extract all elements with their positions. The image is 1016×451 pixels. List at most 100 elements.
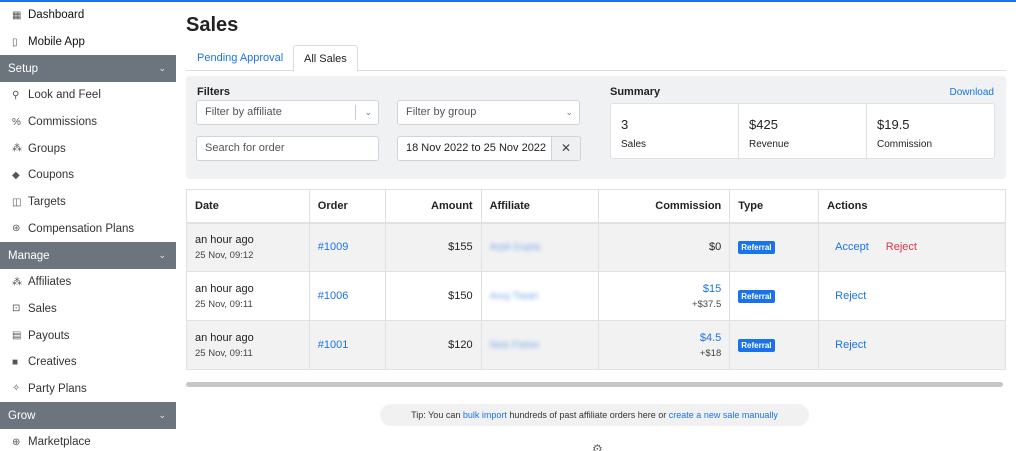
chevron-down-icon: ⌄ [364, 107, 372, 117]
sidebar-item-payouts[interactable]: ▤ Payouts [0, 322, 176, 349]
affiliate-cell: Arpit Gupta [480, 222, 600, 272]
order-search-input[interactable]: Search for order [196, 136, 379, 161]
header-date[interactable]: Date [186, 189, 310, 224]
order-link[interactable]: #1006 [318, 290, 349, 302]
percent-icon: % [12, 116, 21, 128]
compensation-icon: ⊛ [12, 223, 21, 235]
reject-button[interactable]: Reject [886, 241, 917, 253]
tab-pending-approval[interactable]: Pending Approval [187, 45, 293, 72]
accept-button[interactable]: Accept [835, 241, 869, 253]
summary-commission: $19.5 Commission [867, 104, 994, 158]
actions-cell: Accept Reject [818, 222, 1006, 272]
order-cell: #1009 [308, 222, 386, 272]
sidebar-item-compensation-plans[interactable]: ⊛ Compensation Plans [0, 216, 176, 243]
sidebar-item-groups[interactable]: ⁂ Groups [0, 135, 176, 162]
sidebar-group-manage[interactable]: Manage ⌄ [0, 242, 176, 269]
create-sale-link[interactable]: create a new sale manually [669, 410, 778, 420]
amount-cell: $120 [384, 320, 482, 370]
sidebar-item-targets[interactable]: ◫ Targets [0, 189, 176, 216]
gear-icon[interactable]: ⚙ [592, 442, 603, 451]
type-badge: Referral [738, 289, 775, 303]
sidebar-item-mobile-app[interactable]: ▯ Mobile App [0, 29, 176, 56]
commission-link[interactable]: $4.5 [607, 332, 721, 344]
clear-date-button[interactable]: ✕ [552, 136, 581, 161]
users-icon: ⁂ [12, 276, 22, 288]
summary-commission-value: $19.5 [877, 117, 910, 132]
header-affiliate[interactable]: Affiliate [480, 189, 600, 224]
page-title: Sales [186, 14, 239, 36]
chevron-down-icon: ⌄ [158, 63, 166, 74]
summary-revenue: $425 Revenue [739, 104, 867, 158]
actions-cell: Reject [818, 271, 1006, 321]
affiliate-link[interactable]: Anuj Tiwari [490, 291, 539, 302]
download-link[interactable]: Download [950, 87, 994, 98]
group-filter-select[interactable]: Filter by group ⌄ [397, 100, 580, 125]
paint-roller-icon: ⚲ [12, 89, 20, 101]
type-cell: Referral [729, 222, 820, 272]
header-commission[interactable]: Commission [598, 189, 731, 224]
header-amount[interactable]: Amount [384, 189, 482, 224]
sidebar-item-dashboard[interactable]: ▦ Dashboard [0, 2, 176, 29]
affiliate-link[interactable]: Nick Fisher [490, 340, 540, 351]
sidebar-item-creatives[interactable]: ■ Creatives [0, 349, 176, 376]
horizontal-scrollbar[interactable] [186, 382, 1003, 387]
summary-heading: Summary [610, 86, 661, 98]
sidebar-item-affiliates[interactable]: ⁂ Affiliates [0, 269, 176, 296]
filters-summary-panel: Filters Filter by affiliate ⌄ Filter by … [186, 76, 1006, 179]
sidebar-item-sales[interactable]: ⊡ Sales [0, 296, 176, 323]
affiliate-link[interactable]: Arpit Gupta [490, 242, 541, 253]
main-content: Sales Pending Approval All Sales Filters… [186, 2, 1006, 451]
commission-cell: $15 +$37.5 [598, 271, 731, 321]
date-range-input[interactable]: 18 Nov 2022 to 25 Nov 2022 [397, 136, 552, 161]
select-divider [355, 105, 356, 120]
bank-icon: ▤ [12, 330, 22, 342]
sidebar-item-coupons[interactable]: ◆ Coupons [0, 162, 176, 189]
sidebar-item-party-plans[interactable]: ✧ Party Plans [0, 376, 176, 403]
bulk-import-link[interactable]: bulk import [463, 410, 507, 420]
summary-sales: 3 Sales [611, 104, 739, 158]
summary-sales-label: Sales [621, 139, 647, 150]
affiliate-cell: Anuj Tiwari [480, 271, 600, 321]
table-row: an hour ago 25 Nov, 09:11 #1006 $150 Anuj… [186, 271, 1006, 321]
type-badge: Referral [738, 240, 775, 254]
header-type[interactable]: Type [729, 189, 820, 224]
summary-revenue-label: Revenue [749, 139, 790, 150]
commission-cell: $0 [598, 222, 731, 272]
dashboard-icon: ▦ [12, 9, 22, 21]
commission-link[interactable]: $15 [607, 283, 721, 295]
sidebar-item-look-and-feel[interactable]: ⚲ Look and Feel [0, 82, 176, 109]
commission-cell: $4.5 +$18 [598, 320, 731, 370]
close-icon: ✕ [560, 141, 572, 155]
tip-banner: Tip: You can bulk import hundreds of pas… [380, 404, 809, 426]
order-cell: #1001 [308, 320, 386, 370]
sidebar-item-marketplace[interactable]: ⊕ Marketplace [0, 429, 176, 451]
reject-button[interactable]: Reject [835, 290, 866, 302]
tab-all-sales[interactable]: All Sales [293, 45, 358, 72]
amount-cell: $155 [384, 222, 482, 272]
order-link[interactable]: #1001 [318, 339, 349, 351]
header-order[interactable]: Order [308, 189, 386, 224]
order-link[interactable]: #1009 [318, 241, 349, 253]
summary-revenue-value: $425 [749, 117, 778, 132]
table-header-row: Date Order Amount Affiliate Commission T… [186, 189, 1006, 224]
tab-bar: Pending Approval All Sales [186, 45, 1006, 72]
type-cell: Referral [729, 271, 820, 321]
sidebar-group-setup[interactable]: Setup ⌄ [0, 55, 176, 83]
reject-button[interactable]: Reject [835, 339, 866, 351]
chevron-down-icon: ⌄ [158, 410, 166, 421]
table-row: an hour ago 25 Nov, 09:12 #1009 $155 Arpi… [186, 222, 1006, 272]
sidebar-item-commissions[interactable]: % Commissions [0, 109, 176, 136]
chevron-down-icon: ⌄ [158, 250, 166, 261]
sidebar-group-grow[interactable]: Grow ⌄ [0, 402, 176, 429]
affiliate-cell: Nick Fisher [480, 320, 600, 370]
affiliate-filter-select[interactable]: Filter by affiliate ⌄ [196, 100, 379, 125]
sidebar: ▦ Dashboard ▯ Mobile App Setup ⌄ ⚲ Look and … [0, 2, 176, 451]
date-cell: an hour ago 25 Nov, 09:11 [186, 271, 310, 321]
amount-cell: $150 [384, 271, 482, 321]
summary-sales-value: 3 [621, 117, 629, 132]
type-cell: Referral [729, 320, 820, 370]
tag-icon: ◆ [12, 169, 20, 181]
users-icon: ⁂ [12, 143, 22, 155]
summary-commission-label: Commission [877, 139, 933, 150]
globe-icon: ⊕ [12, 436, 21, 448]
